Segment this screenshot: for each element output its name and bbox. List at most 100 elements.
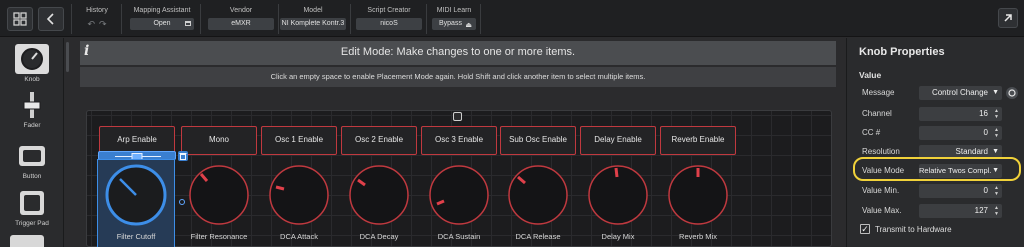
panel-title: Knob Properties — [859, 46, 945, 58]
redo-icon[interactable]: ↷ — [99, 18, 107, 30]
knob-delay-mix[interactable]: Delay Mix — [580, 160, 656, 247]
knob-icon — [15, 44, 49, 74]
pad-osc2-enable[interactable]: Osc 2 Enable — [341, 126, 417, 155]
knob-filter-cutoff[interactable]: Filter Cutoff — [97, 159, 175, 247]
script-creator-field[interactable]: nicoS — [356, 18, 422, 30]
knob-label: Delay Mix — [601, 232, 635, 241]
property-row-value-max: Value Max. 127 ▲ ▼ — [847, 204, 1024, 218]
midi-learn-label: MIDI Learn — [436, 7, 472, 14]
toolbar-divider — [278, 4, 279, 34]
top-toolbar: History ↶ ↷ Mapping Assistant Open Vendo… — [0, 0, 1024, 37]
knob-label: DCA Decay — [359, 232, 399, 241]
knob-reverb-mix[interactable]: Reverb Mix — [660, 160, 736, 247]
vendor-label: Vendor — [229, 7, 253, 14]
knob-dial — [189, 165, 249, 225]
pad-delay-enable[interactable]: Delay Enable — [580, 126, 656, 155]
pad-mono[interactable]: Mono — [181, 126, 257, 155]
model-label: Model — [303, 7, 323, 14]
section-heading-value: Value — [859, 70, 882, 80]
palette-label-trigger-pad: Trigger Pad — [15, 220, 49, 227]
mapping-assistant-value: Open — [153, 20, 171, 27]
knob-dca-release[interactable]: DCA Release — [500, 160, 576, 247]
toolbar-divider — [71, 4, 72, 34]
property-row-channel: Channel 16 ▲ ▼ — [847, 107, 1024, 121]
edit-mode-message: Edit Mode: Make changes to one or more i… — [340, 46, 576, 58]
pad-osc1-enable[interactable]: Osc 1 Enable — [261, 126, 337, 155]
edit-mode-bar: i Edit Mode: Make changes to one or more… — [80, 41, 836, 65]
palette-scrollbar[interactable] — [66, 42, 69, 72]
palette-item-trigger-pad[interactable]: Trigger Pad — [10, 188, 54, 227]
midi-learn-icon[interactable] — [1006, 87, 1018, 99]
palette-item-knob[interactable]: Knob — [10, 44, 54, 83]
palette-item-button[interactable]: Button — [10, 141, 54, 180]
knob-dca-sustain[interactable]: DCA Sustain — [421, 160, 497, 247]
value-mode-highlight — [853, 157, 1021, 181]
trigger-pad-icon — [15, 188, 49, 218]
palette-item-fader[interactable]: Fader — [10, 90, 54, 129]
channel-field[interactable]: 16 ▲ ▼ — [919, 107, 1002, 121]
value-min-field[interactable]: 0 ▲ ▼ — [919, 184, 1002, 198]
toolbar-divider — [200, 4, 201, 34]
property-label: Channel — [862, 109, 892, 118]
spinner-icon[interactable]: ▲ ▼ — [994, 185, 999, 197]
property-value: Control Change — [931, 88, 988, 97]
cc-number-field[interactable]: 0 ▲ ▼ — [919, 126, 1002, 140]
midi-learn-group: MIDI Learn Bypass ⏏ — [432, 6, 476, 34]
property-value: Standard — [955, 147, 988, 156]
palette-item-partial[interactable] — [10, 235, 44, 247]
arrow-up-right-icon — [1004, 14, 1012, 22]
property-value: 0 — [983, 186, 988, 195]
knob-dial — [668, 165, 728, 225]
property-label: CC # — [862, 128, 881, 137]
message-dropdown[interactable]: Control Change ▼ — [919, 86, 1002, 100]
history-group: History ↶ ↷ — [80, 6, 114, 34]
palette-label-fader: Fader — [23, 122, 41, 129]
toolbar-divider — [480, 4, 481, 34]
trash-icon — [179, 153, 187, 160]
pad-osc3-enable[interactable]: Osc 3 Enable — [421, 126, 497, 155]
grid-icon — [13, 12, 27, 26]
knob-label: Reverb Mix — [679, 232, 717, 241]
vendor-group: Vendor eMXR — [208, 6, 274, 34]
knob-filter-resonance[interactable]: Filter Resonance — [181, 160, 257, 247]
script-creator-group: Script Creator nicoS — [356, 6, 422, 34]
toolbar-divider — [426, 4, 427, 34]
model-group: Model NI Komplete Kontr.3 — [280, 6, 346, 34]
knob-dial — [588, 165, 648, 225]
knob-dial — [349, 165, 409, 225]
knob-dial — [269, 165, 329, 225]
value-max-field[interactable]: 127 ▲ ▼ — [919, 204, 1002, 218]
vendor-field[interactable]: eMXR — [208, 18, 274, 30]
knob-dial — [105, 164, 167, 226]
spinner-icon[interactable]: ▲ ▼ — [994, 127, 999, 139]
selection-move-bar[interactable] — [98, 151, 176, 160]
chevron-down-icon: ▼ — [992, 89, 999, 96]
spinner-icon[interactable]: ▲ ▼ — [994, 205, 999, 217]
transmit-checkbox[interactable]: ✓ — [860, 224, 870, 234]
knob-dca-decay[interactable]: DCA Decay — [341, 160, 417, 247]
canvas-resize-handle[interactable] — [453, 112, 462, 121]
hint-bar: Click an empty space to enable Placement… — [80, 67, 836, 87]
knob-label: Filter Resonance — [190, 232, 248, 241]
pad-reverb-enable[interactable]: Reverb Enable — [660, 126, 736, 155]
midi-learn-bypass-button[interactable]: Bypass ⏏ — [432, 18, 476, 30]
knob-dial — [508, 165, 568, 225]
spinner-icon[interactable]: ▲ ▼ — [994, 108, 999, 120]
knob-label: DCA Sustain — [437, 232, 481, 241]
property-value: 0 — [983, 128, 988, 137]
fader-icon — [15, 90, 49, 120]
pad-sub-osc-enable[interactable]: Sub Osc Enable — [500, 126, 576, 155]
property-label: Resolution — [862, 147, 900, 156]
undo-icon[interactable]: ↶ — [87, 18, 95, 30]
collapse-left-button[interactable] — [38, 7, 64, 31]
toolbar-divider — [350, 4, 351, 34]
open-external-button[interactable] — [998, 8, 1018, 28]
mapping-assistant-button[interactable]: Open — [130, 18, 194, 30]
layout-grid-button[interactable] — [7, 7, 33, 31]
knob-dca-attack[interactable]: DCA Attack — [261, 160, 337, 247]
mapping-assistant-label: Mapping Assistant — [133, 7, 191, 14]
model-field[interactable]: NI Komplete Kontr.3 — [280, 18, 346, 30]
window-icon — [185, 21, 191, 26]
bypass-icon: ⏏ — [465, 22, 472, 29]
palette-label-button: Button — [22, 173, 42, 180]
